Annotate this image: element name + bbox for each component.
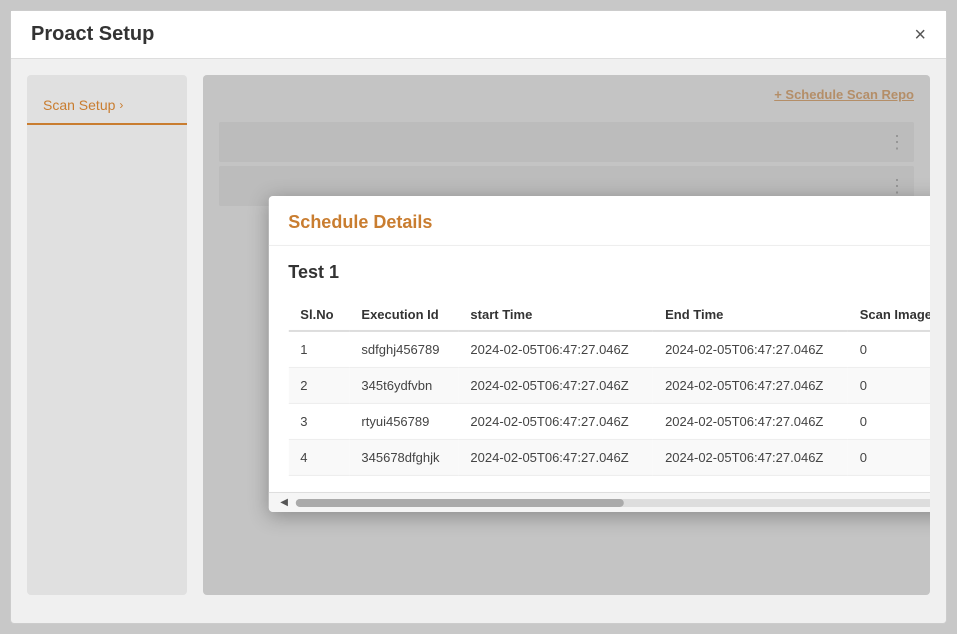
sidebar: Scan Setup › [27, 75, 187, 595]
schedule-details-modal: Schedule Details × Test 1 Sl.No Executio… [268, 196, 930, 512]
table-cell-row1-col1: 1 [288, 331, 349, 368]
app-body: Scan Setup › + Schedule Scan Repo ⋮ ⋮ [11, 59, 946, 611]
app-header: Proact Setup × [11, 11, 946, 59]
sidebar-item-label: Scan Setup [43, 97, 115, 113]
table-cell-row1-col5: 0 [848, 331, 930, 368]
main-content: + Schedule Scan Repo ⋮ ⋮ Schedule Detail… [203, 75, 930, 595]
table-cell-row1-col2: sdfghj456789 [349, 331, 458, 368]
modal-subtitle: Test 1 [288, 262, 930, 283]
modal-title: Schedule Details [288, 212, 432, 233]
table-cell-row4-col1: 4 [288, 439, 349, 475]
table-cell-row3-col4: 2024-02-05T06:47:27.046Z [653, 403, 848, 439]
schedule-details-table: Sl.No Execution Id start Time End Time S… [288, 299, 930, 476]
modal-header: Schedule Details × [268, 196, 930, 246]
scrollbar-thumb [296, 498, 623, 506]
table-cell-row1-col4: 2024-02-05T06:47:27.046Z [653, 331, 848, 368]
col-header-scan-images: Scan Images [848, 299, 930, 331]
modal-body: Test 1 Sl.No Execution Id start Time End… [268, 246, 930, 492]
table-cell-row4-col2: 345678dfghjk [349, 439, 458, 475]
table-cell-row3-col5: 0 [848, 403, 930, 439]
scrollbar-track[interactable] [296, 498, 930, 506]
col-header-start-time: start Time [458, 299, 653, 331]
scrollbar-left-arrow[interactable]: ◀ [276, 497, 292, 508]
table-cell-row3-col1: 3 [288, 403, 349, 439]
table-cell-row2-col4: 2024-02-05T06:47:27.046Z [653, 367, 848, 403]
table-cell-row2-col5: 0 [848, 367, 930, 403]
col-header-execution-id: Execution Id [349, 299, 458, 331]
app-window: Proact Setup × Scan Setup › + Schedule S… [10, 10, 947, 624]
app-close-button[interactable]: × [914, 25, 926, 45]
table-cell-row2-col1: 2 [288, 367, 349, 403]
table-cell-row4-col3: 2024-02-05T06:47:27.046Z [458, 439, 653, 475]
sidebar-item-scan-setup[interactable]: Scan Setup › [27, 87, 187, 125]
col-header-end-time: End Time [653, 299, 848, 331]
col-header-slno: Sl.No [288, 299, 349, 331]
table-cell-row3-col2: rtyui456789 [349, 403, 458, 439]
table-cell-row4-col4: 2024-02-05T06:47:27.046Z [653, 439, 848, 475]
modal-scrollbar-area: ◀ ▶ [268, 492, 930, 512]
table-row: 2345t6ydfvbn2024-02-05T06:47:27.046Z2024… [288, 367, 930, 403]
table-row: 1sdfghj4567892024-02-05T06:47:27.046Z202… [288, 331, 930, 368]
table-row: 3rtyui4567892024-02-05T06:47:27.046Z2024… [288, 403, 930, 439]
table-cell-row3-col3: 2024-02-05T06:47:27.046Z [458, 403, 653, 439]
table-cell-row1-col3: 2024-02-05T06:47:27.046Z [458, 331, 653, 368]
app-title: Proact Setup [31, 23, 154, 46]
table-row: 4345678dfghjk2024-02-05T06:47:27.046Z202… [288, 439, 930, 475]
table-header-row: Sl.No Execution Id start Time End Time S… [288, 299, 930, 331]
table-cell-row2-col3: 2024-02-05T06:47:27.046Z [458, 367, 653, 403]
chevron-right-icon: › [119, 98, 123, 112]
table-cell-row2-col2: 345t6ydfvbn [349, 367, 458, 403]
table-cell-row4-col5: 0 [848, 439, 930, 475]
